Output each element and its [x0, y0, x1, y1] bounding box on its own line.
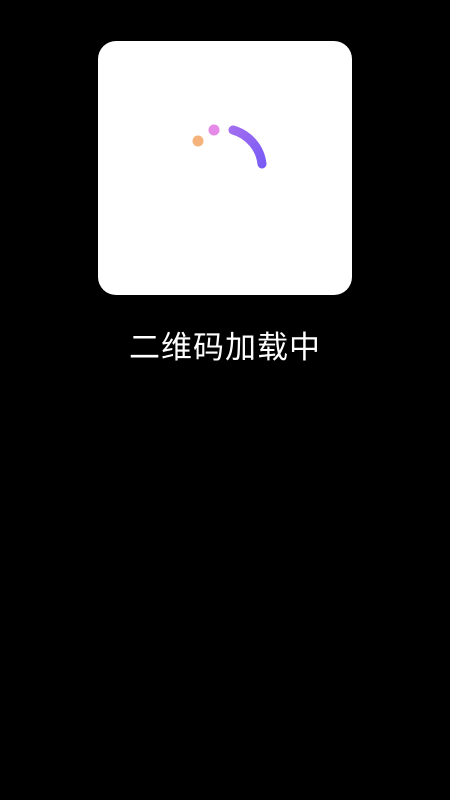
loading-spinner-icon: [192, 124, 267, 169]
spinner-arc: [228, 125, 267, 169]
loading-message: 二维码加载中: [129, 330, 321, 366]
qr-code-card: [98, 41, 352, 295]
spinner-dot-orange: [192, 135, 204, 147]
qr-loading-screen: 二维码加载中: [0, 0, 450, 800]
spinner-dot-pink: [208, 124, 220, 136]
